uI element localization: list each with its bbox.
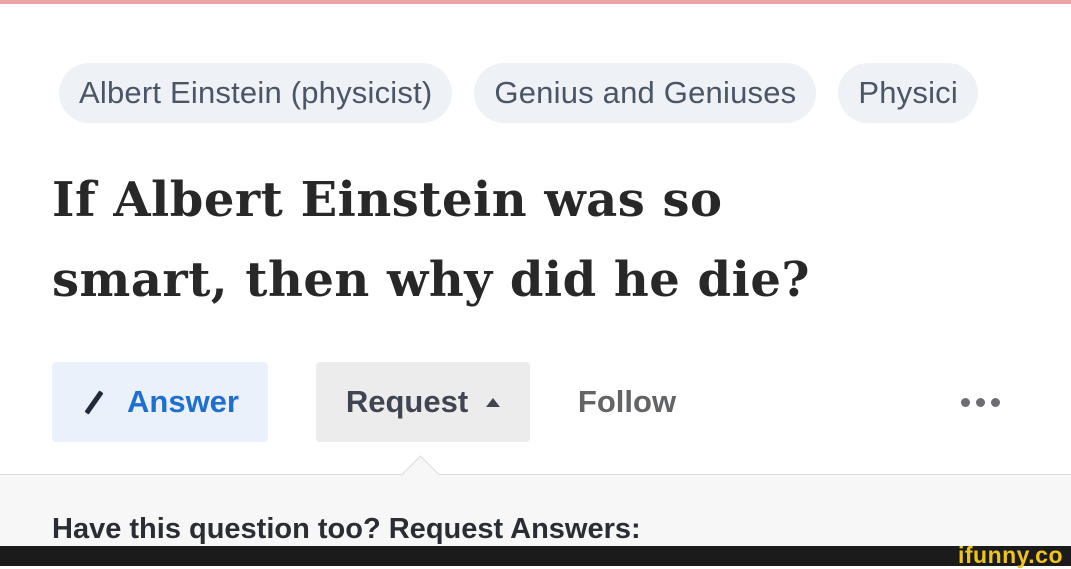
request-answers-panel: Have this question too? Request Answers: <box>0 455 1071 547</box>
question-actions: Answer Request Follow <box>52 362 1071 442</box>
topic-tag-genius[interactable]: Genius and Geniuses <box>474 63 817 123</box>
more-options-button[interactable] <box>952 386 1008 418</box>
topic-tag-albert-einstein[interactable]: Albert Einstein (physicist) <box>59 63 453 123</box>
caret-up-icon <box>486 397 501 407</box>
follow-button-label: Follow <box>577 384 677 419</box>
more-dot-icon <box>975 397 985 407</box>
question-title[interactable]: If Albert Einstein was so smart, then wh… <box>52 160 1012 320</box>
question-title-line-2: smart, then why did he die? <box>52 252 811 308</box>
answer-button[interactable]: Answer <box>52 362 268 442</box>
top-accent-bar <box>0 0 1071 4</box>
watermark-bar: ifunny.co <box>0 542 1071 568</box>
request-button[interactable]: Request <box>316 362 530 442</box>
request-button-label: Request <box>345 384 469 419</box>
panel-pointer <box>401 455 440 494</box>
question-title-line-1: If Albert Einstein was so <box>52 172 723 228</box>
more-dot-icon <box>960 397 970 407</box>
follow-button[interactable]: Follow <box>552 362 702 442</box>
topic-tag-physics[interactable]: Physici <box>838 63 978 123</box>
request-answers-prompt: Have this question too? Request Answers: <box>52 513 641 545</box>
topic-tags: Albert Einstein (physicist) Genius and G… <box>59 63 978 123</box>
pencil-icon <box>84 389 104 415</box>
ifunny-watermark: ifunny.co <box>957 542 1063 568</box>
more-dot-icon <box>990 397 1000 407</box>
answer-button-label: Answer <box>127 384 239 419</box>
